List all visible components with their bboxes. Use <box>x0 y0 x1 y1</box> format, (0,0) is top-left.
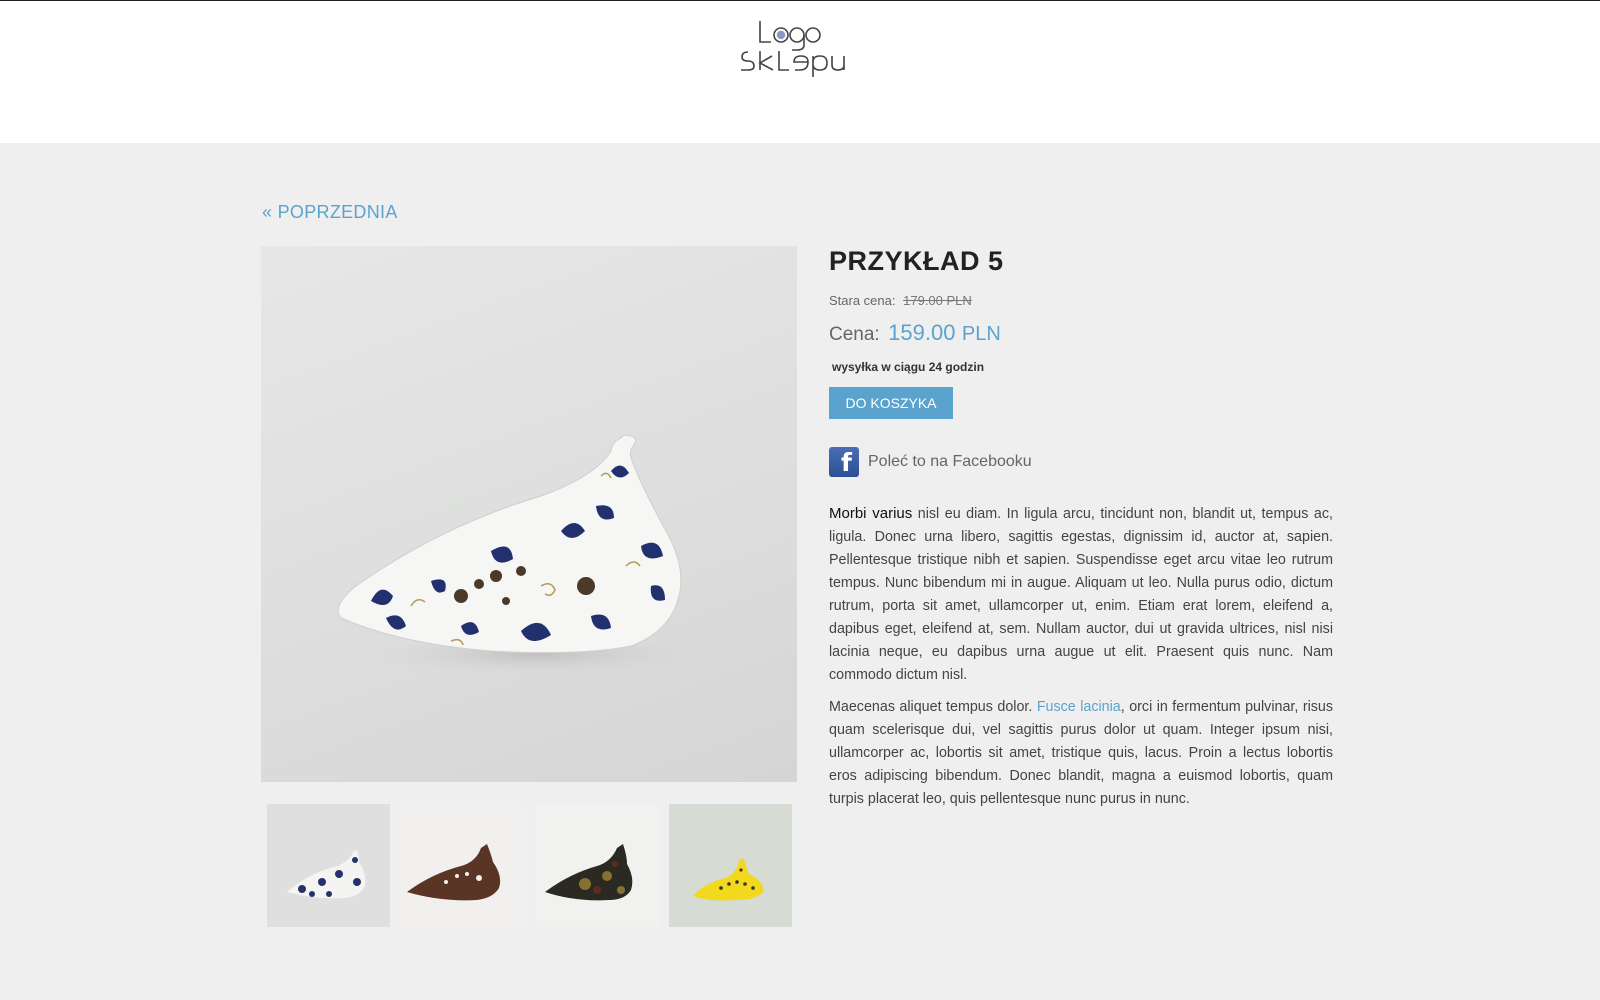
current-price: Cena: 159.00 PLN <box>829 320 1001 346</box>
old-price: Stara cena: 179.00 PLN <box>829 293 972 308</box>
thumbnail-1[interactable] <box>267 804 390 927</box>
thumbnail-gallery <box>267 804 793 927</box>
description-paragraph-2: Maecenas aliquet tempus dolor. Fusce lac… <box>829 696 1333 811</box>
facebook-share-label: Poleć to na Facebooku <box>868 453 1032 470</box>
product-title: PRZYKŁAD 5 <box>829 246 1004 276</box>
old-price-value: 179.00 PLN <box>903 293 972 308</box>
thumbnail-2[interactable] <box>401 804 524 927</box>
old-price-label: Stara cena: <box>829 293 896 308</box>
yellow-ocarina-thumb-image <box>669 804 792 927</box>
facebook-icon: f <box>829 447 859 477</box>
description-strong: Morbi varius <box>829 505 913 522</box>
price-value: 159.00 <box>888 320 956 345</box>
description-link[interactable]: Fusce lacinia <box>1037 699 1121 715</box>
thumbnail-4[interactable] <box>669 804 792 927</box>
site-header <box>0 0 1600 143</box>
thumbnail-3[interactable] <box>535 804 658 927</box>
previous-product-link[interactable]: « POPRZEDNIA <box>262 202 398 223</box>
white-ocarina-thumb-image <box>267 804 390 927</box>
main-product-image[interactable] <box>261 246 797 782</box>
logo-image <box>741 21 845 77</box>
add-to-cart-button[interactable]: DO KOSZYKA <box>829 387 953 419</box>
shipping-info: wysyłka w ciągu 24 godzin <box>832 360 985 374</box>
price-currency: PLN <box>961 323 1001 345</box>
shop-logo[interactable] <box>734 15 858 77</box>
description-text-2a: Maecenas aliquet tempus dolor. <box>829 699 1037 715</box>
description-text-1: nisl eu diam. In ligula arcu, tincidunt … <box>829 506 1333 683</box>
dark-ocarina-thumb-image <box>535 804 658 927</box>
product-description: Morbi varius nisl eu diam. In ligula arc… <box>829 502 1333 820</box>
ocarina-photo <box>337 434 706 676</box>
brown-ocarina-thumb-image <box>401 804 524 927</box>
description-text-2b: , orci in fermentum pulvinar, risus quam… <box>829 699 1334 807</box>
price-label: Cena: <box>829 324 880 345</box>
description-paragraph-1: Morbi varius nisl eu diam. In ligula arc… <box>829 502 1333 687</box>
